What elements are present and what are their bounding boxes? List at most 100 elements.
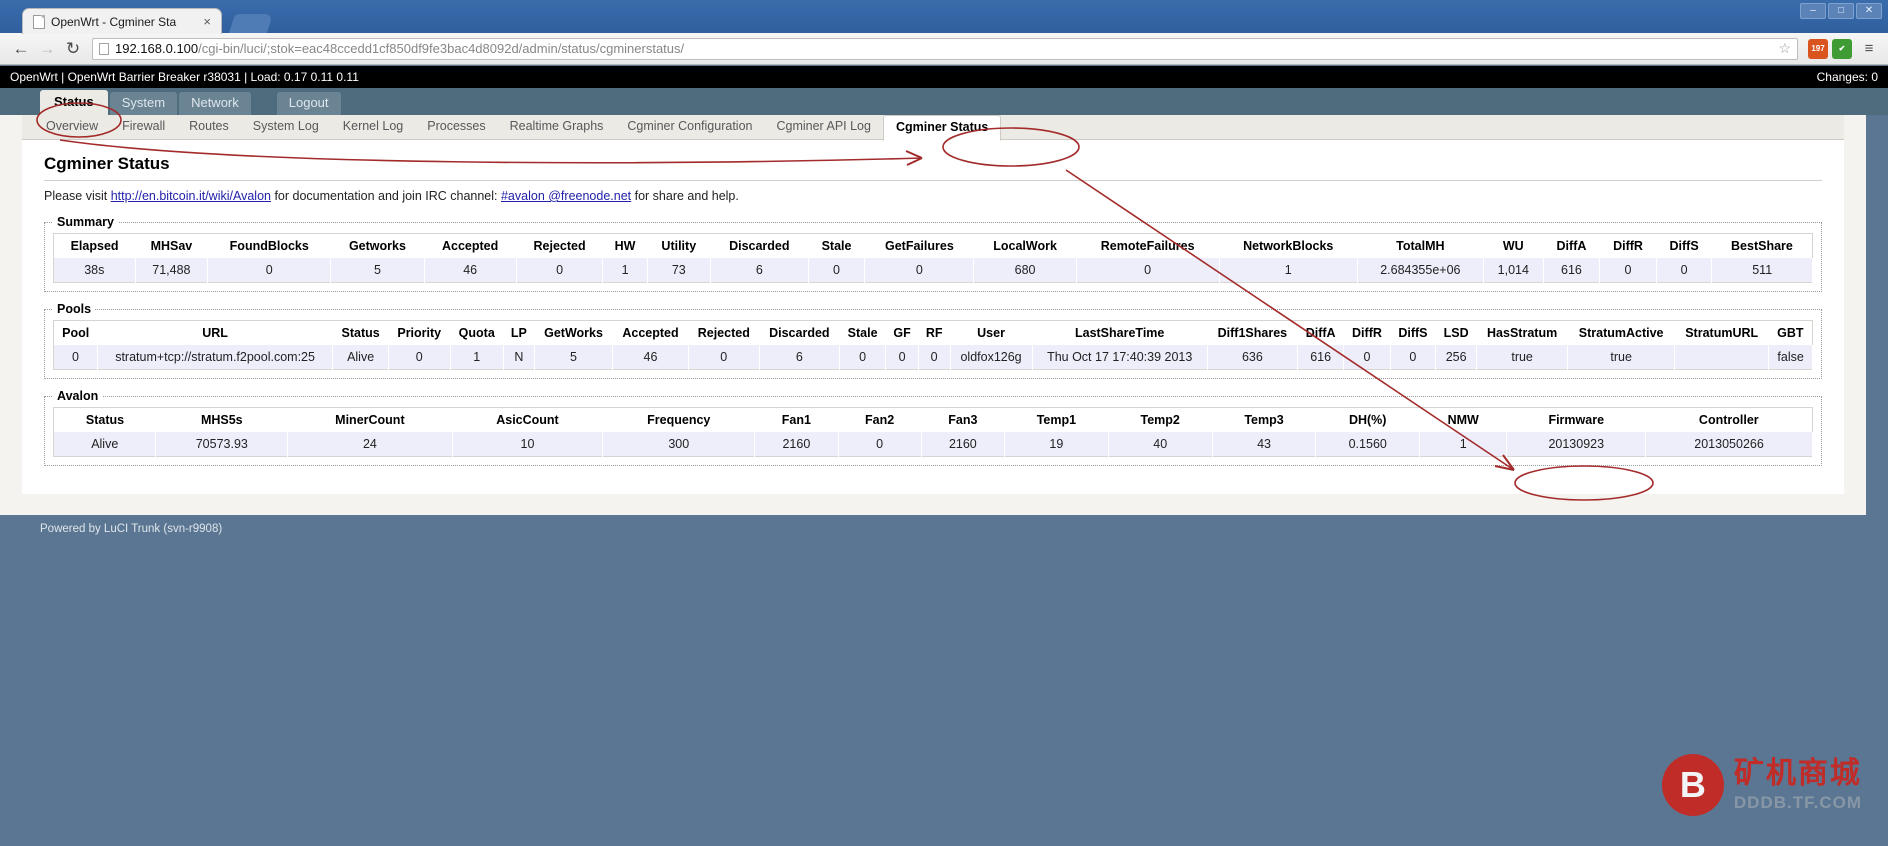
cell-accepted: 46 [424,258,517,283]
secondary-tab-kernel-log[interactable]: Kernel Log [331,115,415,139]
cell-fan3: 2160 [921,432,1005,457]
column-header-foundblocks: FoundBlocks [207,233,331,258]
avalon-wiki-link[interactable]: http://en.bitcoin.it/wiki/Avalon [111,189,271,203]
column-header-user: User [950,320,1033,345]
extension-icon-1[interactable]: 197 [1808,38,1828,59]
cell-controller: 2013050266 [1645,432,1813,457]
cell-temp3: 43 [1212,432,1317,457]
forward-icon[interactable]: → [34,36,60,62]
secondary-tab-cgminer-api-log[interactable]: Cgminer API Log [764,115,883,139]
primary-tab-logout[interactable]: Logout [276,92,341,115]
column-header-diffa: DiffA [1297,320,1344,345]
pools-table: Pool URL Status Priority Quota LP GetWorks Acce… [53,320,1813,370]
cell-utility: 73 [647,258,711,283]
cell-url: stratum+tcp://stratum.f2pool.com:25 [97,345,334,370]
bookmark-star-icon[interactable]: ☆ [1770,40,1791,57]
secondary-tab-processes[interactable]: Processes [415,115,497,139]
secondary-nav: Overview Firewall Routes System Log Kernel L… [22,114,1844,141]
secondary-tab-system-log[interactable]: System Log [241,115,331,139]
column-header-stale: Stale [808,233,865,258]
url-path: /cgi-bin/luci/;stok=eac48ccedd1cf850df9f… [198,41,685,56]
cell-pool: 0 [53,345,98,370]
cell-localwork: 680 [973,258,1077,283]
watermark: B 矿机商城 DDDB.TF.COM [1661,754,1862,816]
column-header-quota: Quota [450,320,504,345]
luci-system-info: OpenWrt | OpenWrt Barrier Breaker r38031… [10,70,359,84]
intro-prefix: Please visit [44,189,111,203]
watermark-en: DDDB.TF.COM [1733,793,1862,812]
cell-diffs: 0 [1656,258,1713,283]
cell-gf: 0 [885,345,919,370]
browser-tab-active[interactable]: OpenWrt - Cgminer Sta × [22,8,222,34]
browser-menu-icon[interactable]: ≡ [1858,40,1880,57]
column-header-status: Status [53,407,156,432]
table-row: 38s 71,488 0 5 46 0 1 73 6 0 0 680 0 1 2.684355e+06 1,0… [53,258,1813,283]
intro-suffix: for share and help. [631,189,739,203]
close-window-button[interactable]: ✕ [1856,3,1882,19]
secondary-tab-firewall[interactable]: Firewall [110,115,177,139]
cell-dh-: 0.1560 [1315,432,1420,457]
primary-tab-system[interactable]: System [109,92,178,115]
maximize-button[interactable]: □ [1828,3,1854,19]
column-header-minercount: MinerCount [287,407,453,432]
column-header-rejected: Rejected [516,233,603,258]
column-header-diffs: DiffS [1656,233,1712,258]
avalon-table: Status MHS5s MinerCount AsicCount Frequency F… [53,407,1813,457]
cell-stratumurl [1674,345,1770,370]
secondary-tab-cgminer-status[interactable]: Cgminer Status [882,114,1002,141]
secondary-tab-routes[interactable]: Routes [177,115,241,139]
cell-frequency: 300 [602,432,756,457]
page-body: Overview Firewall Routes System Log Kernel L… [22,114,1844,494]
cell-stale: 0 [808,258,866,283]
column-header-temp1: Temp1 [1004,407,1109,432]
cell-priority: 0 [388,345,451,370]
column-header-wu: WU [1483,233,1544,258]
reload-icon[interactable]: ↻ [60,36,86,62]
cell-status: Alive [53,432,157,457]
window-controls: – □ ✕ [1800,3,1882,19]
secondary-tab-realtime-graphs[interactable]: Realtime Graphs [498,115,616,139]
url-host: 192.168.0.100 [115,41,199,56]
luci-credits-link[interactable]: Powered by LuCI Trunk (svn-r9908) [40,523,222,535]
column-header-lsd: LSD [1435,320,1477,345]
primary-tab-network[interactable]: Network [179,92,251,115]
cell-fan2: 0 [838,432,922,457]
column-header-getworks: GetWorks [534,320,613,345]
summary-section: Summary Elapsed MHSav FoundBlocks Getworks A… [44,215,1822,292]
bitcoin-badge-icon: B [1661,754,1724,816]
close-tab-icon[interactable]: × [199,14,215,29]
cell-remotefailures: 0 [1076,258,1220,283]
column-header-totalmh: TotalMH [1357,233,1484,258]
column-header-diffr: DiffR [1599,233,1657,258]
primary-nav: Status System Network Logout [0,88,1888,115]
page-content: Cgminer Status Please visit http://en.bi… [22,140,1844,494]
page-favicon-icon [33,14,45,29]
column-header-networkblocks: NetworkBlocks [1219,233,1358,258]
irc-channel-link[interactable]: #avalon @freenode.net [501,189,631,203]
table-row: 0 stratum+tcp://stratum.f2pool.com:25 Aliv… [53,345,1813,370]
cell-quota: 1 [450,345,504,370]
avalon-section: Avalon Status MHS5s MinerCount AsicCount Fre… [44,389,1822,466]
pools-section: Pools Pool URL Status Priority Quota LP GetWor… [44,302,1822,379]
column-header-diffa: DiffA [1543,233,1600,258]
cell-elapsed: 38s [53,258,136,283]
column-header-localwork: LocalWork [973,233,1077,258]
watermark-cn: 矿机商城 [1733,757,1862,790]
cell-accepted: 46 [612,345,689,370]
cell-hw: 1 [602,258,648,283]
new-tab-button[interactable] [228,14,274,33]
cell-getworks: 5 [330,258,425,283]
column-header-gbt: GBT [1768,320,1813,345]
cell-rejected: 0 [688,345,760,370]
cell-nmw: 1 [1419,432,1508,457]
extension-icon-2[interactable]: ✔ [1832,38,1852,59]
back-icon[interactable]: ← [8,36,34,62]
secondary-tab-overview[interactable]: Overview [34,115,110,139]
primary-tab-status[interactable]: Status [40,90,108,115]
cell-lsd: 256 [1435,345,1478,370]
address-bar[interactable]: 192.168.0.100 /cgi-bin/luci/;stok=eac48c… [92,37,1798,60]
minimize-button[interactable]: – [1800,3,1826,19]
summary-table: Elapsed MHSav FoundBlocks Getworks Accepted R… [53,233,1813,283]
browser-tab-title: OpenWrt - Cgminer Sta [51,14,177,29]
secondary-tab-cgminer-configuration[interactable]: Cgminer Configuration [615,115,764,139]
